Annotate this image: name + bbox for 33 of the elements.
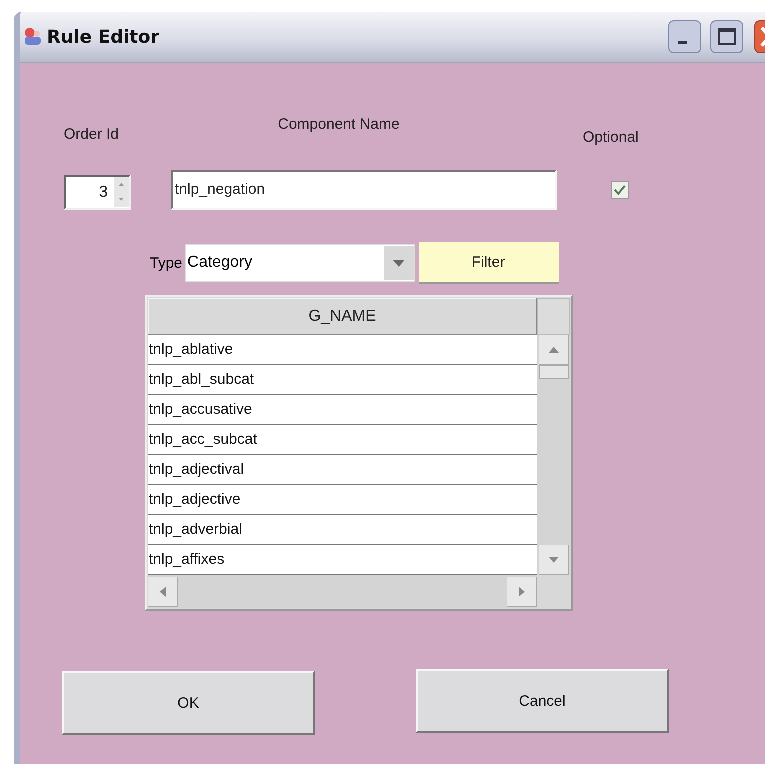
- table-cell[interactable]: tnlp_ablative: [148, 335, 537, 365]
- minimize-icon[interactable]: [668, 20, 702, 54]
- type-label: Type: [150, 254, 183, 272]
- filter-button[interactable]: Filter: [418, 242, 559, 284]
- cancel-button[interactable]: Cancel: [416, 669, 669, 733]
- scroll-right-icon[interactable]: [507, 576, 537, 606]
- scroll-up-icon[interactable]: [538, 335, 568, 365]
- table-cell[interactable]: tnlp_adjective: [148, 485, 537, 515]
- spin-down-icon[interactable]: [114, 192, 129, 207]
- component-name-field[interactable]: tnlp_negation: [171, 170, 557, 210]
- app-icon: [22, 26, 44, 48]
- horizontal-scrollbar[interactable]: [148, 575, 537, 608]
- table-cell[interactable]: tnlp_adverbial: [148, 515, 537, 545]
- window-title: Rule Editor: [47, 26, 160, 48]
- scroll-thumb[interactable]: [538, 365, 568, 379]
- ok-button[interactable]: OK: [62, 671, 315, 735]
- scroll-left-icon[interactable]: [148, 576, 178, 606]
- order-id-spinner[interactable]: 3: [64, 175, 131, 210]
- table-cell[interactable]: tnlp_acc_subcat: [148, 425, 537, 455]
- vertical-scrollbar[interactable]: [537, 335, 570, 575]
- optional-label: Optional: [583, 129, 639, 146]
- column-header[interactable]: G_NAME: [148, 298, 537, 335]
- order-id-label: Order Id: [64, 126, 120, 145]
- header-corner: [537, 298, 570, 335]
- table-cell[interactable]: tnlp_accusative: [148, 395, 537, 425]
- scroll-down-icon[interactable]: [538, 545, 568, 575]
- type-dropdown[interactable]: Category: [184, 244, 415, 282]
- table-cell[interactable]: tnlp_adjectival: [148, 455, 537, 485]
- maximize-icon[interactable]: [710, 20, 744, 54]
- optional-checkbox[interactable]: [611, 181, 629, 199]
- component-name-label: Component Name: [278, 116, 400, 135]
- table-cell[interactable]: tnlp_abl_subcat: [148, 365, 537, 395]
- spin-up-icon[interactable]: [114, 177, 129, 192]
